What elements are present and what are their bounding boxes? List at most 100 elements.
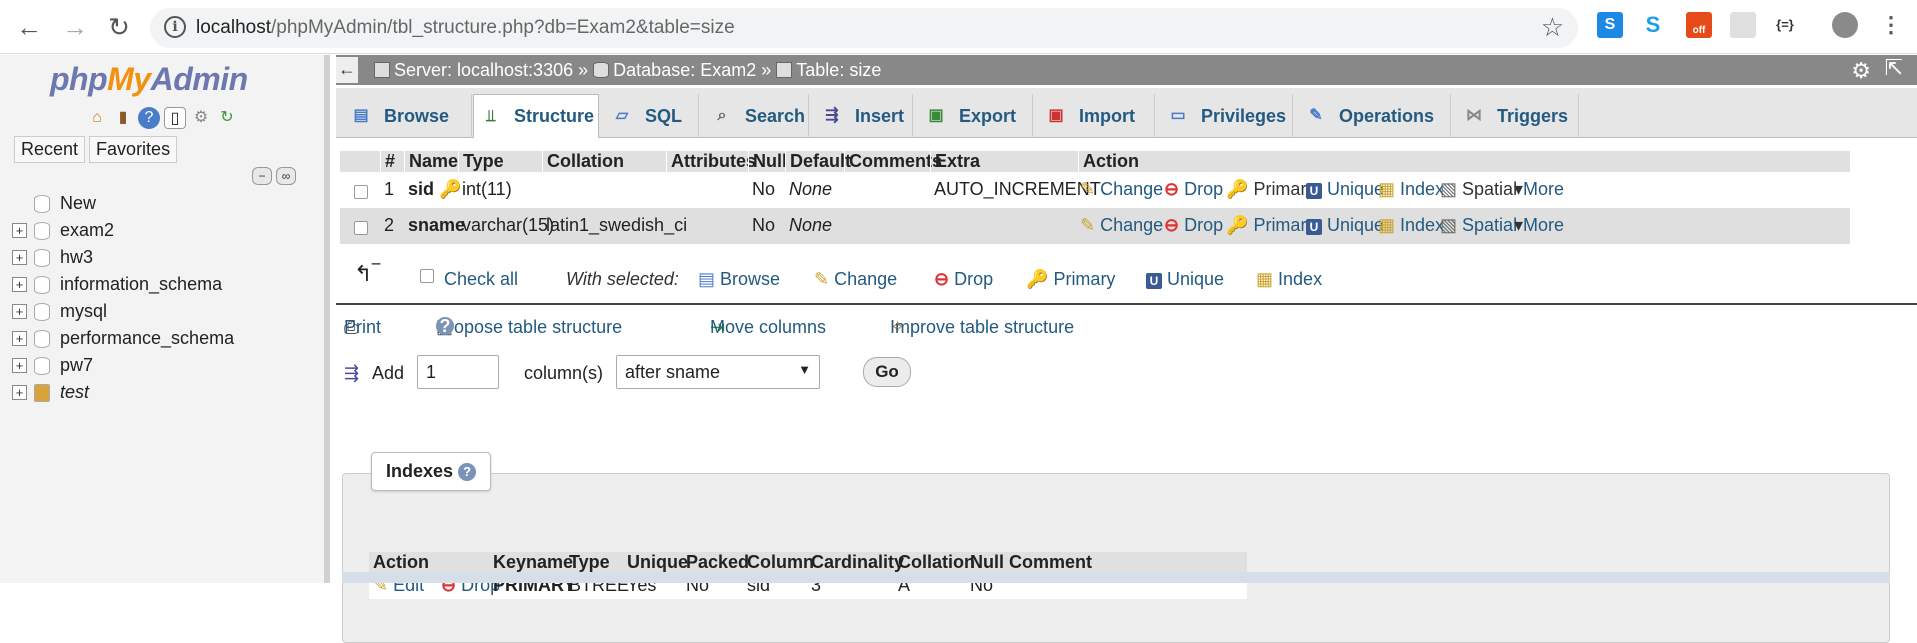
primary-action[interactable]: 🔑 Primary: [1226, 179, 1315, 200]
col-header-null: Null: [748, 151, 787, 172]
go-button[interactable]: Go: [863, 357, 911, 387]
expand-icon[interactable]: +: [12, 304, 27, 319]
tab-privileges[interactable]: ▭ Privileges: [1155, 94, 1293, 138]
toggle-sidebar-icon[interactable]: ←: [336, 57, 358, 83]
change-action[interactable]: ✎ Change: [1080, 179, 1163, 200]
col-header-collation: Collation: [542, 151, 624, 172]
tab-export[interactable]: ▣ Export: [913, 94, 1033, 138]
crumb-server[interactable]: Server: localhost:3306: [394, 60, 573, 80]
pencil-icon: ✎: [814, 269, 830, 289]
chevron-down-icon: ▾: [1514, 215, 1524, 235]
expand-icon[interactable]: +: [12, 223, 27, 238]
tab-triggers[interactable]: ⋈ Triggers: [1451, 94, 1579, 138]
exit-icon[interactable]: ▮: [112, 107, 134, 129]
drop-action[interactable]: ⊖ Drop: [1164, 179, 1223, 200]
primary-action[interactable]: 🔑 Primary: [1226, 215, 1315, 236]
spatial-action[interactable]: ▧ Spatial: [1440, 179, 1517, 200]
extension-skype-icon[interactable]: S: [1640, 12, 1666, 38]
collapse-all-icon[interactable]: −: [252, 167, 272, 185]
extension-s-icon[interactable]: S: [1597, 12, 1623, 38]
menu-kebab-icon[interactable]: ⋮: [1878, 12, 1904, 38]
page-settings-gear-icon[interactable]: ⚙: [1851, 58, 1871, 84]
wrench-icon: ✎: [1309, 107, 1323, 124]
tab-browse[interactable]: ▤ Browse: [342, 94, 472, 138]
tab-import[interactable]: ▣ Import: [1033, 94, 1155, 138]
tree-item-performance-schema[interactable]: + performance_schema: [12, 325, 234, 352]
tree-item-hw3[interactable]: + hw3: [12, 244, 234, 271]
url-text[interactable]: localhost/phpMyAdmin/tbl_structure.php?d…: [196, 17, 735, 39]
settings-gear-icon[interactable]: ⚙: [190, 107, 212, 129]
bulk-primary-button[interactable]: 🔑 Primary: [1026, 269, 1115, 290]
address-bar[interactable]: i localhost/phpMyAdmin/tbl_structure.php…: [150, 8, 1578, 48]
reload-navigation-icon[interactable]: ↻: [216, 107, 238, 129]
expand-icon[interactable]: +: [12, 385, 27, 400]
expand-icon[interactable]: +: [12, 250, 27, 265]
expand-icon[interactable]: +: [12, 358, 27, 373]
expand-icon[interactable]: +: [12, 331, 27, 346]
tab-sql[interactable]: ▱ SQL: [599, 94, 699, 138]
collapse-topbar-icon[interactable]: ⇱: [1885, 55, 1903, 81]
crumb-database[interactable]: Database: Exam2: [613, 60, 756, 80]
bulk-drop-button[interactable]: ⊖ Drop: [934, 269, 993, 290]
recent-tab[interactable]: Recent: [14, 136, 86, 163]
col-header-name: Name: [404, 151, 458, 172]
change-action[interactable]: ✎ Change: [1080, 215, 1163, 236]
structure-table: # Name Type Collation Attributes Null De…: [340, 151, 1850, 244]
bulk-index-button[interactable]: ▦ Index: [1256, 269, 1322, 290]
extension-off-icon[interactable]: off: [1686, 12, 1712, 38]
position-select[interactable]: after sname ▼: [616, 355, 820, 389]
favorites-tab[interactable]: Favorites: [89, 136, 178, 163]
unique-action[interactable]: U Unique: [1306, 179, 1384, 200]
bulk-change-button[interactable]: ✎ Change: [814, 269, 897, 290]
idx-header-collation: Collation: [898, 552, 975, 572]
extension-json-icon[interactable]: {=}: [1772, 12, 1798, 38]
more-dropdown[interactable]: ▾More: [1514, 215, 1564, 236]
indexes-legend[interactable]: Indexes ?: [371, 452, 492, 491]
tree-item-test[interactable]: + test: [12, 379, 234, 406]
tree-item-pw7[interactable]: + pw7: [12, 352, 234, 379]
index-action[interactable]: ▦ Index: [1378, 215, 1444, 236]
tab-structure[interactable]: ⫫ Structure: [473, 94, 599, 138]
site-info-icon[interactable]: i: [164, 16, 186, 38]
reload-icon[interactable]: ↻: [102, 10, 136, 44]
home-icon[interactable]: ⌂: [86, 107, 108, 129]
link-with-main-icon[interactable]: ∞: [276, 167, 296, 185]
tab-search[interactable]: ⌕ Search: [699, 94, 809, 138]
cell-num: 1: [384, 179, 395, 199]
bulk-browse-button[interactable]: ▤ Browse: [698, 269, 780, 290]
drop-icon: ⊖: [1164, 215, 1180, 235]
idx-header-action: Action: [373, 552, 429, 572]
back-icon[interactable]: ←: [12, 10, 46, 44]
profile-avatar[interactable]: [1832, 12, 1858, 38]
crumb-table[interactable]: Table: size: [796, 60, 881, 80]
help-icon[interactable]: ?: [138, 107, 160, 129]
forward-icon[interactable]: →: [58, 10, 92, 44]
help-icon[interactable]: ?: [458, 463, 477, 481]
add-column-form: ⇶ Add 1 column(s) after sname ▼ Go: [344, 355, 1344, 395]
index-icon: ▦: [1378, 179, 1396, 199]
row-checkbox[interactable]: [354, 219, 368, 240]
phpmyadmin-logo[interactable]: phpMyAdmin: [50, 61, 248, 98]
drop-action[interactable]: ⊖ Drop: [1164, 215, 1223, 236]
more-dropdown[interactable]: ▾More: [1514, 179, 1564, 200]
docs-icon[interactable]: ▯: [164, 107, 186, 129]
tab-operations[interactable]: ✎ Operations: [1293, 94, 1451, 138]
import-icon: ▣: [1048, 107, 1064, 124]
idx-header-packed: Packed: [686, 552, 750, 572]
row-checkbox[interactable]: [354, 183, 368, 204]
extension-blank-icon[interactable]: [1730, 12, 1756, 38]
column-count-input[interactable]: 1: [417, 355, 499, 389]
unique-action[interactable]: U Unique: [1306, 215, 1384, 236]
check-all[interactable]: Check all: [420, 269, 518, 290]
bookmark-star-icon[interactable]: ☆: [1541, 12, 1564, 43]
expand-icon[interactable]: +: [12, 277, 27, 292]
tree-item-new[interactable]: New: [12, 190, 234, 217]
bulk-unique-button[interactable]: U Unique: [1146, 269, 1224, 290]
index-action[interactable]: ▦ Index: [1378, 179, 1444, 200]
tree-item-exam2[interactable]: + exam2: [12, 217, 234, 244]
spatial-action[interactable]: ▧ Spatial: [1440, 215, 1517, 236]
help-icon[interactable]: ?: [436, 317, 454, 335]
tab-insert[interactable]: ⇶ Insert: [809, 94, 913, 138]
tree-item-information-schema[interactable]: + information_schema: [12, 271, 234, 298]
tree-item-mysql[interactable]: + mysql: [12, 298, 234, 325]
